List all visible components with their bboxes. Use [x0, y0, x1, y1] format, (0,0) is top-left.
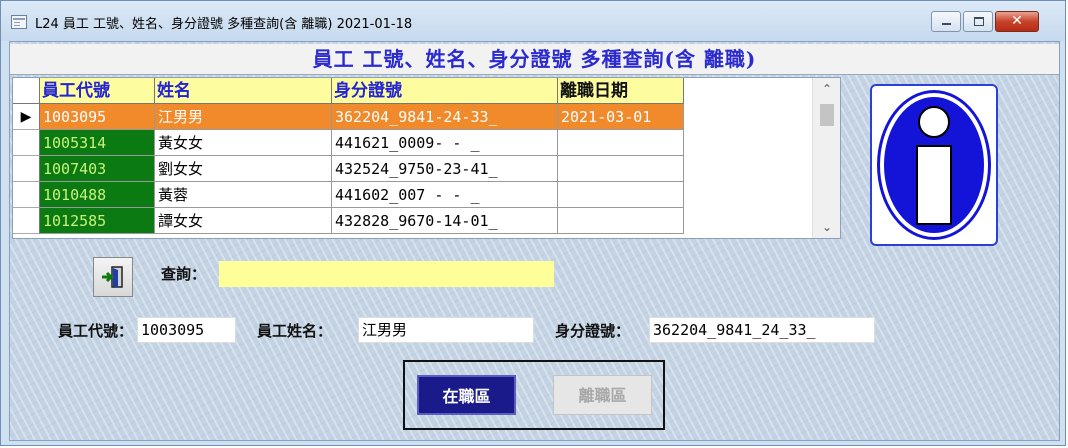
- title-bar[interactable]: L24 員工 工號、姓名、身分證號 多種查詢(含 離職) 2021-01-18 …: [1, 1, 1065, 41]
- window-title: L24 員工 工號、姓名、身分證號 多種查詢(含 離職) 2021-01-18: [35, 17, 413, 32]
- row-selector[interactable]: [13, 208, 40, 234]
- cell-code[interactable]: 1012585: [40, 208, 155, 234]
- cell-code[interactable]: 1005314: [40, 130, 155, 156]
- employee-code-field[interactable]: 1003095: [137, 317, 236, 343]
- scroll-up-icon[interactable]: ⌃: [813, 78, 841, 100]
- active-staff-button[interactable]: 在職區: [417, 375, 516, 415]
- column-header-name[interactable]: 姓名: [155, 78, 332, 104]
- maximize-button[interactable]: [963, 11, 993, 32]
- column-header-leave-date[interactable]: 離職日期: [558, 78, 684, 104]
- info-icon: [870, 84, 998, 246]
- scroll-thumb[interactable]: [820, 104, 834, 126]
- row-selector[interactable]: [13, 182, 40, 208]
- employee-code-label: 員工代號：: [58, 322, 134, 340]
- exit-door-icon: [102, 266, 123, 288]
- id-number-field[interactable]: 362204_9841_24_33_: [649, 317, 875, 343]
- column-header-code[interactable]: 員工代號: [40, 78, 155, 104]
- column-header-id[interactable]: 身分證號: [332, 78, 558, 104]
- query-input[interactable]: [219, 261, 554, 287]
- id-number-label: 身分證號：: [555, 322, 631, 340]
- employee-name-field[interactable]: 江男男: [358, 317, 534, 343]
- exit-button[interactable]: [93, 257, 133, 297]
- cell-name[interactable]: 黃女女: [155, 130, 332, 156]
- client-area: 員工 工號、姓名、身分證號 多種查詢(含 離職) 員工代號 姓名 身分證號 離職…: [9, 41, 1060, 441]
- cell-leave-date[interactable]: 2021-03-01: [558, 104, 684, 130]
- app-window-icon: [11, 15, 27, 29]
- employee-grid[interactable]: 員工代號 姓名 身分證號 離職日期 ▶ 1003095 江男男 362204_9…: [12, 77, 841, 239]
- cell-code[interactable]: 1010488: [40, 182, 155, 208]
- cell-code[interactable]: 1007403: [40, 156, 155, 182]
- cell-name[interactable]: 江男男: [155, 104, 332, 130]
- table-row[interactable]: 1010488 黃蓉 441602_007 - - _: [13, 182, 684, 208]
- cell-leave-date[interactable]: [558, 130, 684, 156]
- close-icon: ✕: [1011, 13, 1023, 29]
- cell-id[interactable]: 432524_9750-23-41_: [332, 156, 558, 182]
- cell-id[interactable]: 441621_0009- - _: [332, 130, 558, 156]
- employee-name-label: 員工姓名：: [257, 322, 333, 340]
- row-selector-icon: ▶: [13, 104, 40, 130]
- grid-corner: [13, 78, 40, 104]
- close-button[interactable]: ✕: [995, 11, 1039, 32]
- resigned-staff-button[interactable]: 離職區: [553, 375, 652, 415]
- cell-name[interactable]: 黃蓉: [155, 182, 332, 208]
- row-selector[interactable]: [13, 130, 40, 156]
- table-row[interactable]: 1012585 譚女女 432828_9670-14-01_: [13, 208, 684, 234]
- cell-id[interactable]: 441602_007 - - _: [332, 182, 558, 208]
- cell-leave-date[interactable]: [558, 208, 684, 234]
- info-icon-graphic: [877, 90, 991, 240]
- table-row[interactable]: 1007403 劉女女 432524_9750-23-41_: [13, 156, 684, 182]
- cell-leave-date[interactable]: [558, 182, 684, 208]
- query-label: 查詢：: [161, 265, 207, 283]
- area-button-group: 在職區 離職區: [403, 360, 665, 430]
- page-title: 員工 工號、姓名、身分證號 多種查詢(含 離職): [10, 44, 1059, 75]
- row-selector[interactable]: [13, 156, 40, 182]
- cell-id[interactable]: 362204_9841-24-33_: [332, 104, 558, 130]
- grid-header: 員工代號 姓名 身分證號 離職日期: [13, 78, 684, 104]
- cell-name[interactable]: 劉女女: [155, 156, 332, 182]
- table-row[interactable]: 1005314 黃女女 441621_0009- - _: [13, 130, 684, 156]
- minimize-button[interactable]: [931, 11, 961, 32]
- cell-leave-date[interactable]: [558, 156, 684, 182]
- scroll-down-icon[interactable]: ⌄: [813, 216, 841, 238]
- app-window: L24 員工 工號、姓名、身分證號 多種查詢(含 離職) 2021-01-18 …: [0, 0, 1066, 446]
- table-row[interactable]: ▶ 1003095 江男男 362204_9841-24-33_ 2021-03…: [13, 104, 684, 130]
- cell-code[interactable]: 1003095: [40, 104, 155, 130]
- cell-id[interactable]: 432828_9670-14-01_: [332, 208, 558, 234]
- cell-name[interactable]: 譚女女: [155, 208, 332, 234]
- grid-vertical-scrollbar[interactable]: ⌃ ⌄: [812, 78, 840, 238]
